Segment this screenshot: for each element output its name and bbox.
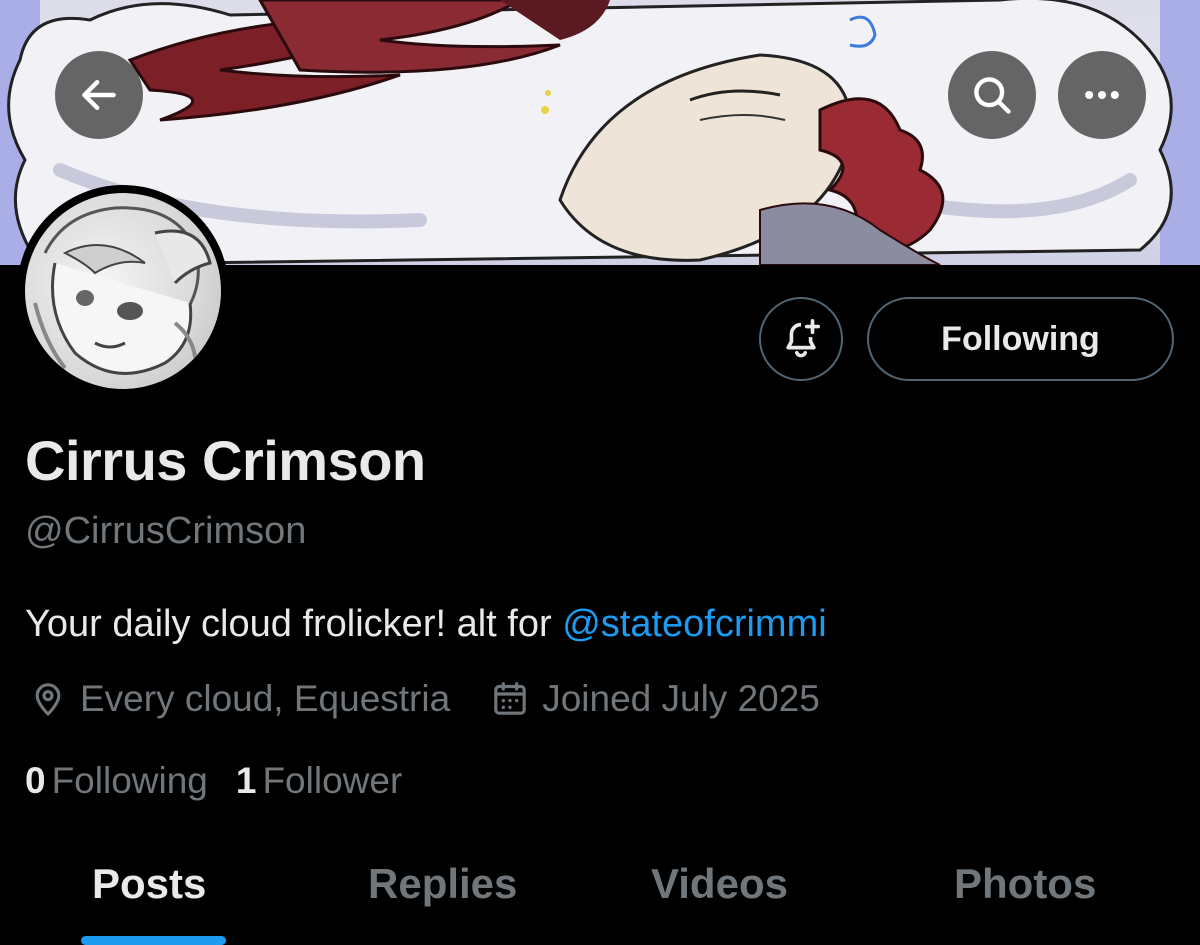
- more-options-button[interactable]: [1058, 51, 1146, 139]
- user-handle: @CirrusCrimson: [25, 510, 307, 552]
- bio: Your daily cloud frolicker! alt for @sta…: [25, 603, 827, 646]
- tab-videos[interactable]: Videos: [651, 860, 788, 908]
- tab-replies[interactable]: Replies: [368, 860, 517, 908]
- notifications-button[interactable]: [759, 297, 843, 381]
- back-button[interactable]: [55, 51, 143, 139]
- followers-count-link[interactable]: 1 Follower: [236, 760, 402, 802]
- tab-photos[interactable]: Photos: [954, 860, 1096, 908]
- join-date-text: Joined July 2025: [542, 678, 820, 719]
- following-label: Following: [51, 760, 208, 801]
- avatar[interactable]: [17, 185, 229, 397]
- profile-tabs: Posts Replies Videos Photos: [0, 850, 1200, 945]
- calendar-icon: [494, 682, 526, 715]
- following-count: 0: [25, 760, 46, 801]
- more-horizontal-icon: [1085, 90, 1119, 100]
- location-text: Every cloud, Equestria: [80, 678, 451, 719]
- bio-mention-link[interactable]: @stateofcrimmi: [562, 603, 827, 645]
- search-button[interactable]: [948, 51, 1036, 139]
- tab-posts[interactable]: Posts: [92, 860, 206, 908]
- following-button[interactable]: Following: [867, 297, 1174, 381]
- location-pin-icon: [35, 683, 61, 716]
- followers-label: Follower: [262, 760, 403, 801]
- bell-plus-icon: [786, 318, 821, 358]
- followers-count: 1: [235, 760, 257, 801]
- follow-stats: 0 Following 1 Follower: [25, 760, 402, 802]
- avatar-sketch: [33, 206, 212, 379]
- profile-meta: Every cloud, Equestria Joined July 2025: [28, 676, 820, 722]
- search-icon: [974, 77, 1011, 114]
- location: Every cloud, Equestria: [28, 678, 450, 720]
- join-date: Joined July 2025: [490, 678, 820, 720]
- bio-text: Your daily cloud frolicker! alt for: [25, 603, 563, 645]
- avatar-image: [25, 193, 221, 389]
- arrow-left-icon: [82, 79, 116, 111]
- display-name: Cirrus Crimson: [25, 429, 426, 492]
- active-tab-indicator: [81, 936, 226, 945]
- following-count-link[interactable]: 0 Following: [25, 760, 208, 802]
